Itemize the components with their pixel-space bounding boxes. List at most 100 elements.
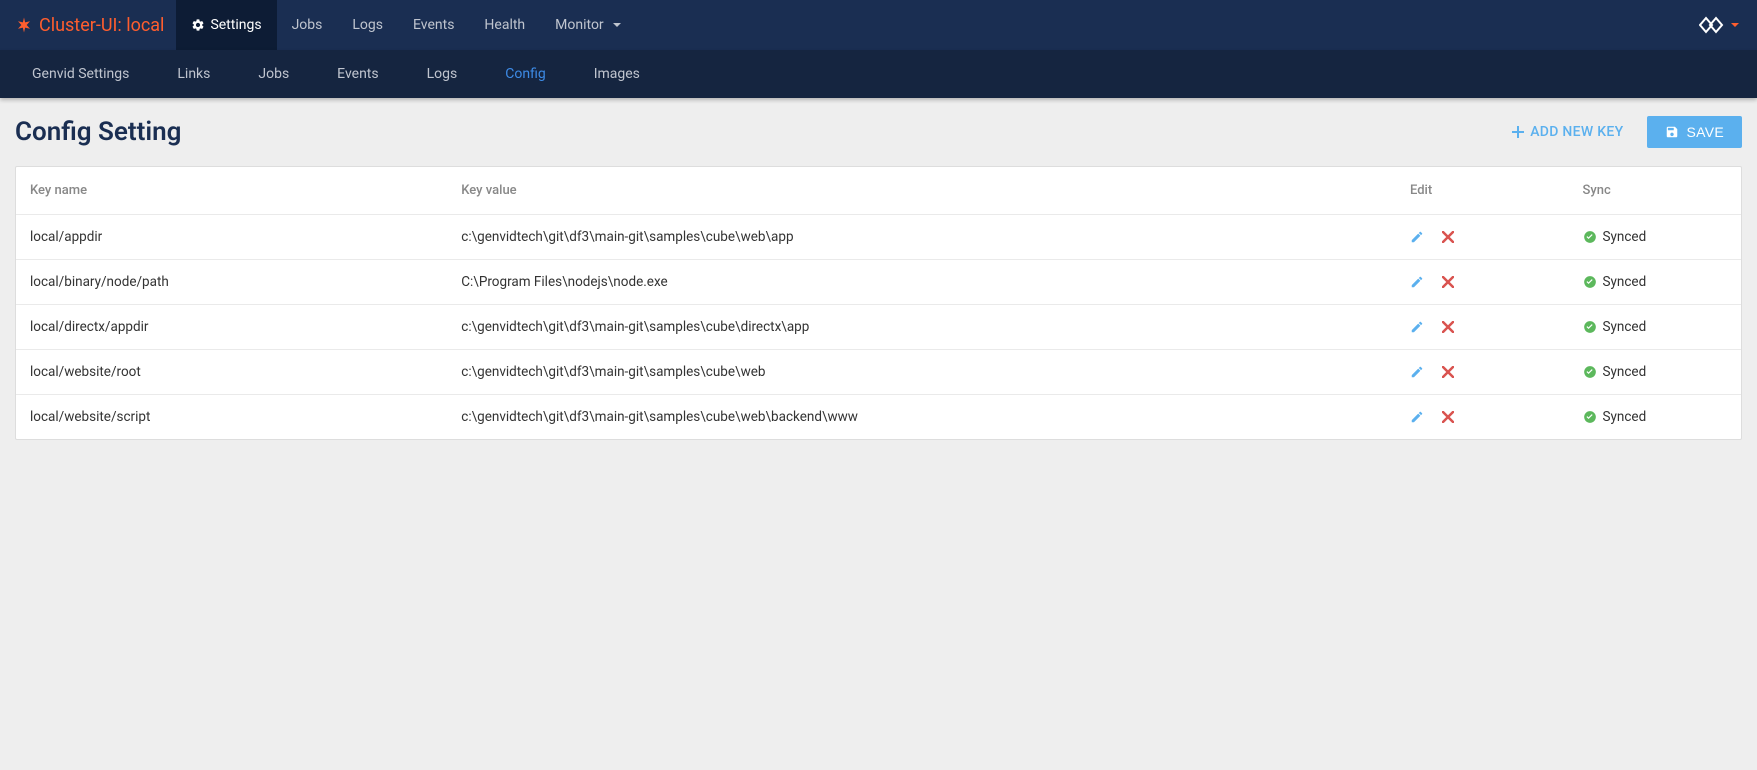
top-nav: Cluster-UI: local Settings Jobs Logs Events…	[0, 0, 1757, 50]
sync-status: Synced	[1603, 229, 1647, 245]
delete-button[interactable]	[1442, 411, 1454, 423]
table-row: local/directx/appdirc:\genvidtech\git\df…	[16, 305, 1741, 350]
sub-nav-item-events[interactable]: Events	[313, 50, 402, 98]
table-row: local/website/rootc:\genvidtech\git\df3\…	[16, 350, 1741, 395]
cell-edit	[1396, 215, 1569, 260]
edit-icon	[1410, 365, 1424, 379]
table-row: local/binary/node/pathC:\Program Files\n…	[16, 260, 1741, 305]
cell-key-value: c:\genvidtech\git\df3\main-git\samples\c…	[447, 395, 1396, 440]
page-title: Config Setting	[15, 117, 1502, 147]
cell-key-name: local/appdir	[16, 215, 447, 260]
check-circle-icon	[1583, 275, 1597, 289]
add-new-key-button[interactable]: ADD NEW KEY	[1502, 116, 1633, 148]
sub-nav-item-config[interactable]: Config	[481, 50, 569, 98]
cell-sync: Synced	[1569, 305, 1742, 350]
top-nav-label: Jobs	[292, 17, 323, 33]
cell-edit	[1396, 305, 1569, 350]
edit-icon	[1410, 275, 1424, 289]
header-key-value: Key value	[447, 167, 1396, 215]
asterisk-icon	[15, 16, 33, 34]
edit-button[interactable]	[1410, 230, 1424, 244]
top-nav-items: Settings Jobs Logs Events Health Monitor	[176, 0, 635, 50]
add-new-key-label: ADD NEW KEY	[1530, 124, 1623, 140]
cell-sync: Synced	[1569, 395, 1742, 440]
sub-nav-item-images[interactable]: Images	[570, 50, 664, 98]
edit-icon	[1410, 410, 1424, 424]
genvid-logo-icon	[1699, 16, 1727, 34]
sync-status: Synced	[1603, 274, 1647, 290]
cell-key-value: c:\genvidtech\git\df3\main-git\samples\c…	[447, 305, 1396, 350]
logo-icon[interactable]	[1681, 16, 1757, 34]
config-table: Key name Key value Edit Sync local/appdi…	[16, 167, 1741, 439]
page-header: Config Setting ADD NEW KEY SAVE	[15, 116, 1742, 148]
header-actions: ADD NEW KEY SAVE	[1502, 116, 1742, 148]
cell-sync: Synced	[1569, 215, 1742, 260]
chevron-down-icon	[1731, 23, 1739, 27]
cell-edit	[1396, 350, 1569, 395]
page-body: Config Setting ADD NEW KEY SAVE Key name…	[0, 98, 1757, 470]
header-sync: Sync	[1569, 167, 1742, 215]
cell-key-name: local/website/root	[16, 350, 447, 395]
sub-nav: Genvid SettingsLinksJobsEventsLogsConfig…	[0, 50, 1757, 98]
save-label: SAVE	[1686, 124, 1724, 140]
top-nav-label: Events	[413, 17, 454, 33]
top-nav-item-jobs[interactable]: Jobs	[277, 0, 338, 50]
delete-button[interactable]	[1442, 321, 1454, 333]
delete-icon	[1442, 276, 1454, 288]
top-nav-label: Health	[484, 17, 525, 33]
sub-nav-item-genvid-settings[interactable]: Genvid Settings	[8, 50, 153, 98]
delete-icon	[1442, 411, 1454, 423]
top-nav-item-logs[interactable]: Logs	[337, 0, 398, 50]
sync-status: Synced	[1603, 409, 1647, 425]
brand[interactable]: Cluster-UI: local	[15, 15, 176, 36]
gear-icon	[191, 18, 205, 32]
config-table-panel: Key name Key value Edit Sync local/appdi…	[15, 166, 1742, 440]
sync-status: Synced	[1603, 319, 1647, 335]
sub-nav-item-links[interactable]: Links	[153, 50, 234, 98]
top-nav-label: Settings	[210, 17, 261, 33]
cell-key-name: local/directx/appdir	[16, 305, 447, 350]
cell-edit	[1396, 260, 1569, 305]
delete-icon	[1442, 231, 1454, 243]
table-row: local/website/scriptc:\genvidtech\git\df…	[16, 395, 1741, 440]
top-nav-item-monitor[interactable]: Monitor	[540, 0, 636, 50]
header-edit: Edit	[1396, 167, 1569, 215]
save-icon	[1665, 125, 1679, 139]
cell-edit	[1396, 395, 1569, 440]
sub-nav-item-logs[interactable]: Logs	[403, 50, 482, 98]
cell-key-value: c:\genvidtech\git\df3\main-git\samples\c…	[447, 215, 1396, 260]
save-button[interactable]: SAVE	[1647, 116, 1742, 148]
cell-sync: Synced	[1569, 350, 1742, 395]
check-circle-icon	[1583, 410, 1597, 424]
cell-key-value: c:\genvidtech\git\df3\main-git\samples\c…	[447, 350, 1396, 395]
sync-status: Synced	[1603, 364, 1647, 380]
top-nav-label: Monitor	[555, 17, 604, 33]
check-circle-icon	[1583, 320, 1597, 334]
cell-key-name: local/website/script	[16, 395, 447, 440]
delete-icon	[1442, 321, 1454, 333]
cell-sync: Synced	[1569, 260, 1742, 305]
edit-button[interactable]	[1410, 365, 1424, 379]
top-nav-item-events[interactable]: Events	[398, 0, 469, 50]
edit-button[interactable]	[1410, 320, 1424, 334]
delete-button[interactable]	[1442, 231, 1454, 243]
edit-button[interactable]	[1410, 275, 1424, 289]
check-circle-icon	[1583, 230, 1597, 244]
plus-icon	[1512, 126, 1524, 138]
delete-button[interactable]	[1442, 276, 1454, 288]
table-row: local/appdirc:\genvidtech\git\df3\main-g…	[16, 215, 1741, 260]
sub-nav-item-jobs[interactable]: Jobs	[234, 50, 313, 98]
check-circle-icon	[1583, 365, 1597, 379]
cell-key-value: C:\Program Files\nodejs\node.exe	[447, 260, 1396, 305]
edit-button[interactable]	[1410, 410, 1424, 424]
delete-button[interactable]	[1442, 366, 1454, 378]
top-nav-label: Logs	[352, 17, 383, 33]
chevron-down-icon	[613, 23, 621, 27]
brand-text: Cluster-UI: local	[39, 15, 164, 36]
delete-icon	[1442, 366, 1454, 378]
header-key-name: Key name	[16, 167, 447, 215]
edit-icon	[1410, 230, 1424, 244]
top-nav-item-health[interactable]: Health	[469, 0, 540, 50]
cell-key-name: local/binary/node/path	[16, 260, 447, 305]
top-nav-item-settings[interactable]: Settings	[176, 0, 276, 50]
